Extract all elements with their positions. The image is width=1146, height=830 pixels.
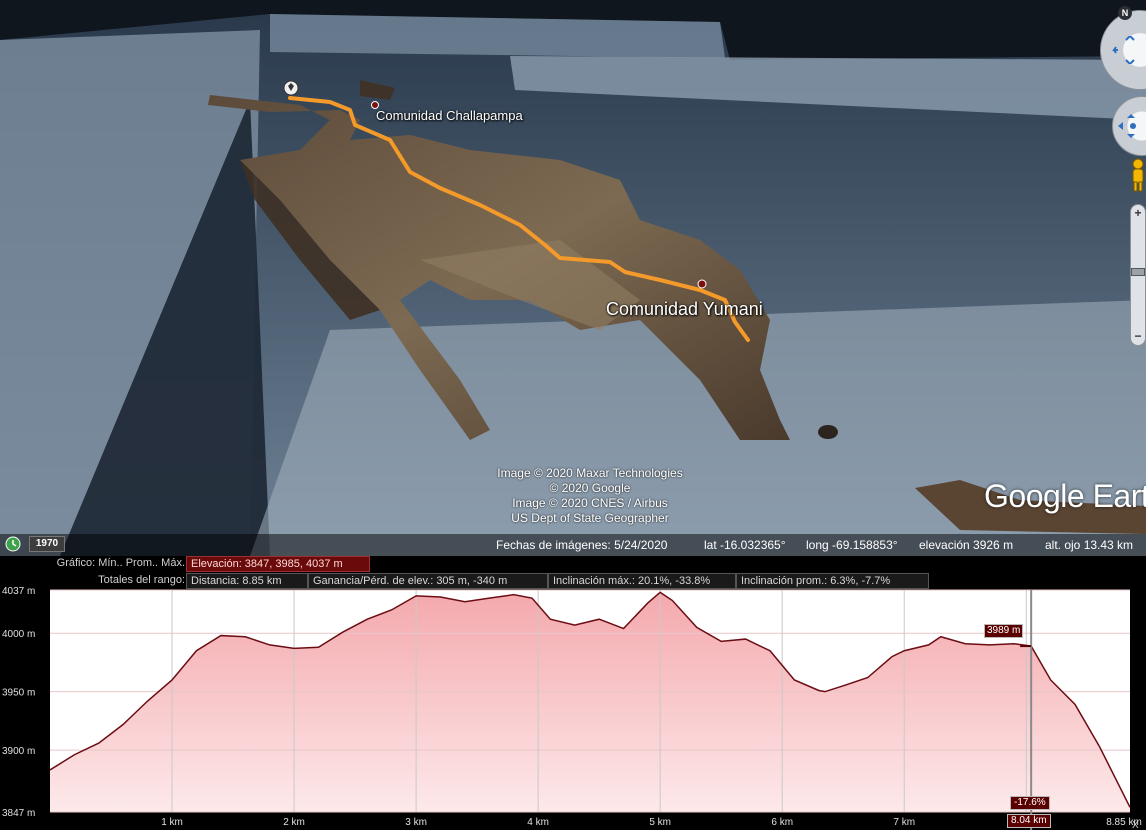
map-view[interactable]: Comunidad Challapampa Comunidad Yumani I… bbox=[0, 0, 1146, 556]
y-tick-label: 3900 m bbox=[2, 746, 35, 757]
x-tick-label: 1 km bbox=[161, 817, 183, 828]
credit-line: Image © 2020 CNES / Airbus bbox=[512, 496, 668, 510]
y-tick-label: 3847 m bbox=[2, 808, 35, 819]
y-tick-label: 4037 m bbox=[2, 586, 35, 597]
x-tick-label: 4 km bbox=[527, 817, 549, 828]
historical-imagery-icon[interactable] bbox=[4, 536, 22, 552]
imagery-credits: Image © 2020 Maxar Technologies © 2020 G… bbox=[480, 466, 700, 526]
street-view-pegman-icon[interactable] bbox=[1128, 158, 1146, 192]
zoom-in-button[interactable]: + bbox=[1132, 207, 1144, 219]
credit-line: © 2020 Google bbox=[549, 481, 631, 495]
google-earth-logo: Google Earth bbox=[984, 478, 1146, 514]
north-up-button[interactable]: N bbox=[1118, 6, 1132, 20]
placemark-yumani bbox=[697, 279, 707, 289]
elevation-profile-panel: Gráfico: Mín.. Prom.. Máx. Elevación: 38… bbox=[0, 556, 1146, 830]
zoom-slider-thumb[interactable] bbox=[1131, 268, 1145, 276]
label-yumani[interactable]: Comunidad Yumani bbox=[606, 299, 763, 320]
marker-slope-label: -17.6% bbox=[1010, 796, 1050, 810]
y-tick-label: 3950 m bbox=[2, 688, 35, 699]
credit-line: US Dept of State Geographer bbox=[511, 511, 669, 525]
marker-elevation-label: 3989 m bbox=[984, 624, 1024, 638]
label-challapampa[interactable]: Comunidad Challapampa bbox=[376, 108, 523, 123]
elevation-chart[interactable]: 4037 m 4000 m 3950 m 3900 m 3847 m 1 km 2 km 3 … bbox=[0, 582, 1146, 830]
imagery-date: Fechas de imágenes: 5/24/2020 bbox=[496, 538, 668, 552]
latitude-readout: lat -16.032365° bbox=[704, 538, 786, 552]
longitude-readout: long -69.158853° bbox=[806, 538, 898, 552]
look-arrows-icon[interactable] bbox=[1112, 36, 1146, 64]
graph-stats-row: Gráfico: Mín.. Prom.. Máx. Elevación: 38… bbox=[0, 556, 1146, 572]
x-tick-label: 7 km bbox=[893, 817, 915, 828]
pan-arrows-icon[interactable] bbox=[1116, 112, 1146, 140]
x-tick-label: 6 km bbox=[771, 817, 793, 828]
x-tick-label: 3 km bbox=[405, 817, 427, 828]
graph-label: Gráfico: Mín.. Prom.. Máx. bbox=[56, 557, 185, 569]
historical-year-badge[interactable]: 1970 bbox=[29, 536, 65, 552]
marker-distance-label: 8.04 km bbox=[1007, 814, 1051, 828]
zoom-out-button[interactable]: − bbox=[1132, 330, 1144, 342]
elevation-readout: elevación 3926 m bbox=[919, 538, 1014, 552]
x-tick-label: 2 km bbox=[283, 817, 305, 828]
elevation-stat-button[interactable]: Elevación: 3847, 3985, 4037 m bbox=[186, 556, 370, 572]
eye-altitude-readout: alt. ojo 13.43 km bbox=[1045, 538, 1134, 552]
y-tick-label: 4000 m bbox=[2, 629, 35, 640]
credit-line: Image © 2020 Maxar Technologies bbox=[497, 466, 683, 480]
status-bar: Fechas de imágenes: 5/24/2020 lat -16.03… bbox=[0, 534, 1146, 556]
close-profile-button[interactable]: X bbox=[1132, 820, 1139, 830]
x-tick-label: 5 km bbox=[649, 817, 671, 828]
